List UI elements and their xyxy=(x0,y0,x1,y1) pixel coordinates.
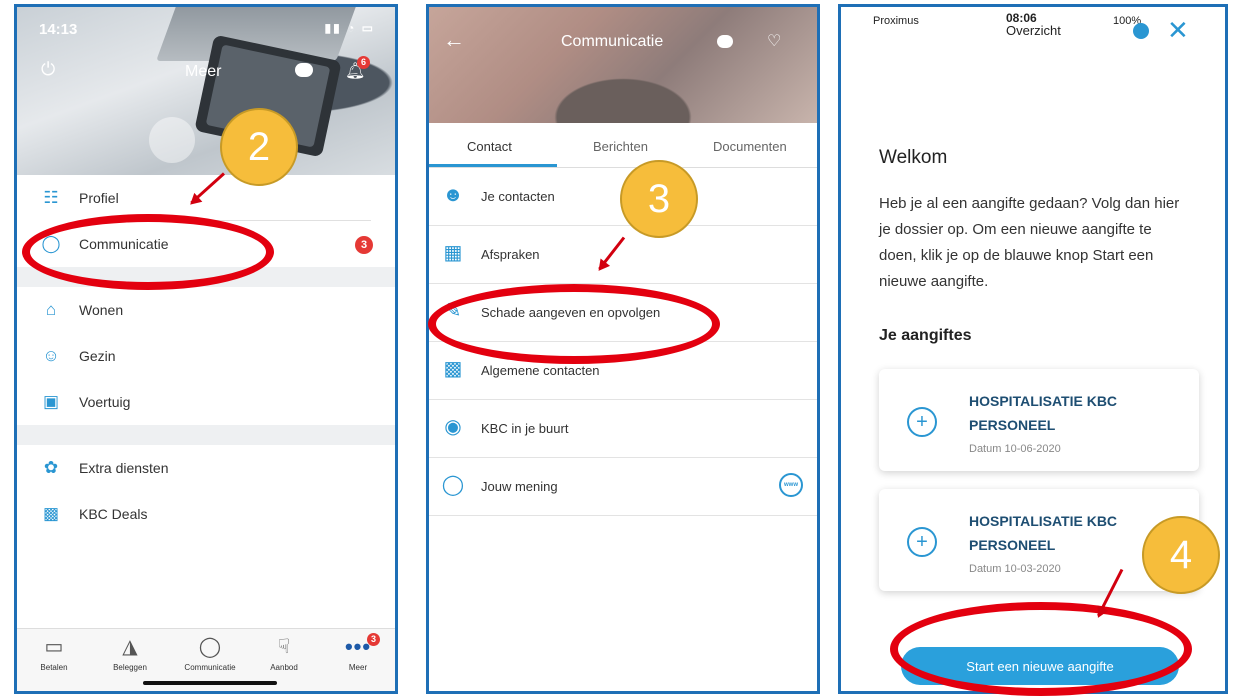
top-nav: ← Communicatie ♡ xyxy=(429,27,817,57)
claim-date: Datum 10-03-2020 xyxy=(969,563,1061,575)
family-icon: ☺ xyxy=(42,346,60,365)
person-icon: ☻ xyxy=(442,184,464,206)
highlight-ring-communicatie xyxy=(22,214,274,290)
calendar-icon: ▦ xyxy=(443,242,463,264)
bottom-tab-bar: ▭ Betalen ◮ Beleggen ◯ Communicatie ☟ Aa… xyxy=(17,628,395,691)
claim-date: Datum 10-06-2020 xyxy=(969,443,1061,455)
menu-item-gezin[interactable]: ☺ Gezin xyxy=(17,333,395,379)
tab-beleggen[interactable]: ◮ Beleggen xyxy=(95,635,165,672)
power-icon[interactable]: ⏻ xyxy=(41,59,55,80)
unread-count-badge: 3 xyxy=(355,236,373,254)
close-icon[interactable]: ✕ xyxy=(1167,17,1189,43)
tab-aanbod[interactable]: ☟ Aanbod xyxy=(249,635,319,672)
tab-berichten[interactable]: Berichten xyxy=(593,139,648,154)
tab-label: Aanbod xyxy=(270,663,298,672)
claim-card[interactable]: + HOSPITALISATIE KBC PERSONEEL Datum 10-… xyxy=(879,369,1199,471)
tab-documenten[interactable]: Documenten xyxy=(713,139,787,154)
contact-card-icon: ▩ xyxy=(443,358,463,380)
coupon-icon: ▩ xyxy=(42,504,60,523)
tab-label: Meer xyxy=(348,663,368,672)
claim-title: HOSPITALISATIE KBC PERSONEEL xyxy=(969,393,1118,433)
page-title: Communicatie xyxy=(561,33,664,50)
claims-heading: Je aangiftes xyxy=(879,327,972,344)
home-indicator xyxy=(143,681,277,685)
intro-text: Heb je al een aangifte gedaan? Volg dan … xyxy=(879,195,1180,290)
menu-item-label: Extra diensten xyxy=(79,460,169,476)
menu-item-label: Voertuig xyxy=(79,394,131,410)
piggy-bank-icon: ◮ xyxy=(122,636,138,658)
back-arrow-icon[interactable]: ← xyxy=(443,27,465,53)
menu-item-wonen[interactable]: ⌂ Wonen xyxy=(17,287,395,333)
step-badge-3: 3 xyxy=(620,160,698,238)
menu-item-label: Gezin xyxy=(79,348,116,364)
step-badge-4: 4 xyxy=(1142,516,1220,594)
tab-label: Beleggen xyxy=(113,663,147,672)
tab-strip: Contact Berichten Documenten xyxy=(429,123,817,168)
chat-icon[interactable] xyxy=(717,35,733,48)
list-item-kbc-in-je-buurt[interactable]: ◉ KBC in je buurt xyxy=(429,399,817,458)
list-item-label: KBC in je buurt xyxy=(481,421,569,436)
chat-icon[interactable] xyxy=(295,63,313,77)
list-item-label: Je contacten xyxy=(481,189,555,204)
menu-item-label: Profiel xyxy=(79,190,119,206)
car-icon: ▣ xyxy=(42,392,60,411)
globe-icon: www xyxy=(779,473,803,497)
list-item-label: Afspraken xyxy=(481,247,540,262)
more-badge: 3 xyxy=(367,633,380,646)
status-bar: Proximus 08:06 Overzicht 100% ✕ xyxy=(841,7,1225,51)
list-item-afspraken[interactable]: ▦ Afspraken xyxy=(429,225,817,284)
list-item-jouw-mening[interactable]: ◯ Jouw mening www xyxy=(429,457,817,516)
status-indicators: ▮▮ ◔ ▭ xyxy=(324,21,375,35)
bell-icon[interactable]: ♡ xyxy=(767,31,781,51)
phone-screen-meer: 14:13 ▮▮ ◔ ▭ ⏻ Meer 🔔︎ 6 ☷ Profiel ◯ Com… xyxy=(14,4,398,694)
menu-item-extra-diensten[interactable]: ✿ Extra diensten xyxy=(17,445,395,491)
more-dots-icon: ••• xyxy=(344,634,372,659)
welcome-heading: Welkom xyxy=(879,147,948,168)
speech-bubble-icon: ◯ xyxy=(198,636,222,658)
tab-meer[interactable]: ••• 3 Meer xyxy=(323,633,393,672)
status-time: 14:13 xyxy=(39,21,78,38)
tab-label: Betalen xyxy=(40,663,68,672)
step-badge-2: 2 xyxy=(220,108,298,186)
profile-list-icon: ☷ xyxy=(43,188,59,207)
page-title: Overzicht xyxy=(1006,23,1061,38)
top-nav: ⏻ Meer 🔔︎ 6 xyxy=(17,56,395,89)
menu-item-kbc-deals[interactable]: ▩ KBC Deals xyxy=(17,491,395,537)
header-photo xyxy=(429,7,817,123)
medical-cross-icon: + xyxy=(907,407,937,437)
menu-item-label: Wonen xyxy=(79,302,124,318)
highlight-ring-schade xyxy=(428,284,720,364)
tab-communicatie[interactable]: ◯ Communicatie xyxy=(175,635,245,672)
tab-label: Communicatie xyxy=(184,663,236,672)
extra-services-icon: ✿ xyxy=(43,458,59,477)
tab-betalen[interactable]: ▭ Betalen xyxy=(19,635,89,672)
map-pin-icon: ◉ xyxy=(444,416,462,438)
menu-item-profiel[interactable]: ☷ Profiel xyxy=(17,175,395,221)
menu-item-label: KBC Deals xyxy=(79,506,148,522)
notification-badge: 6 xyxy=(357,56,370,69)
wallet-icon: ▭ xyxy=(44,636,64,658)
speech-bubble-icon: ◯ xyxy=(441,474,465,496)
menu-item-voertuig[interactable]: ▣ Voertuig xyxy=(17,379,395,425)
medical-cross-icon: + xyxy=(907,527,937,557)
highlight-ring-start xyxy=(890,602,1192,696)
tab-contact[interactable]: Contact xyxy=(467,139,512,154)
status-dot-icon xyxy=(1133,23,1149,39)
house-icon: ⌂ xyxy=(45,300,57,319)
list-item-label: Algemene contacten xyxy=(481,363,600,378)
cart-icon: ☟ xyxy=(277,636,291,658)
page-title: Meer xyxy=(185,63,222,80)
carrier-name: Proximus xyxy=(873,15,919,27)
list-item-label: Jouw mening xyxy=(481,479,558,494)
status-bar: 14:13 ▮▮ ◔ ▭ xyxy=(39,21,375,41)
